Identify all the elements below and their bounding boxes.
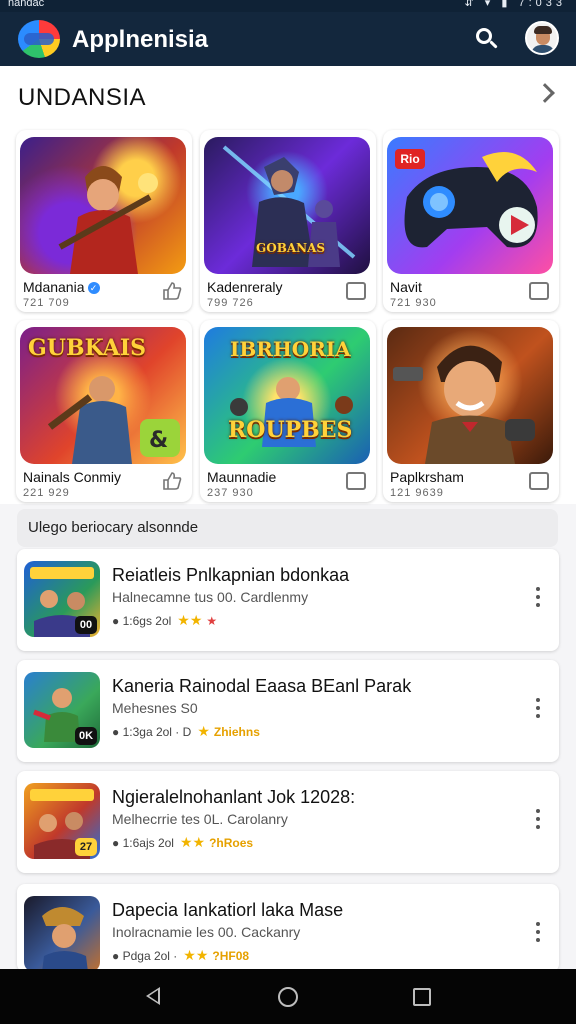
recents-icon[interactable] bbox=[413, 988, 431, 1006]
game-name: Maunnadie bbox=[207, 469, 277, 485]
thumbs-up-icon[interactable] bbox=[162, 472, 182, 490]
list-item-meta: ● 1:6gs 2ol ★★ ★ bbox=[112, 612, 218, 628]
game-downloads: 121 9639 bbox=[390, 487, 444, 499]
art-title: GOBANAS bbox=[256, 241, 326, 255]
art-title: IBRHORIA bbox=[230, 337, 351, 361]
game-artwork bbox=[20, 137, 186, 274]
game-card[interactable]: & GUBKAIS Nainals Conmiy 221 929 bbox=[16, 320, 192, 502]
download-icon: ● bbox=[112, 725, 120, 739]
home-icon[interactable] bbox=[278, 987, 298, 1007]
list-item-meta: ● Pdga 2ol · ★★ ?HF08 bbox=[112, 947, 250, 963]
game-artwork: GOBANAS bbox=[204, 137, 370, 274]
game-downloads: 721 930 bbox=[390, 297, 437, 309]
bookmark-icon[interactable] bbox=[346, 282, 366, 300]
list-item-developer: Melhecrrie tes 0L. Carolanry bbox=[112, 811, 288, 827]
download-icon: ● bbox=[112, 836, 120, 850]
bookmark-icon[interactable] bbox=[346, 472, 366, 490]
game-card[interactable]: Rio Navit 721 930 bbox=[383, 130, 559, 312]
game-card[interactable]: IBRHORIA ROUPBES Maunnadie 237 930 bbox=[200, 320, 376, 502]
system-nav-bar bbox=[0, 969, 576, 1024]
game-card[interactable]: GOBANAS Kadenreraly 799 726 bbox=[200, 130, 376, 312]
list-item[interactable]: 0K Kaneria Rainodal Eaasa BEanl Parak Me… bbox=[17, 660, 559, 762]
thumbnail-badge: 0K bbox=[75, 727, 97, 745]
search-icon[interactable] bbox=[474, 26, 500, 52]
download-icon: ● bbox=[112, 614, 120, 628]
thumbs-up-icon[interactable] bbox=[162, 282, 182, 300]
verified-icon: ✓ bbox=[87, 282, 100, 294]
list-item-developer: Inolracnamie les 00. Cackanry bbox=[112, 924, 301, 940]
list-item-meta: ● 1:6ajs 2ol ★★ ?hRoes bbox=[112, 834, 254, 850]
game-downloads: 221 929 bbox=[23, 487, 70, 499]
thumbnail-badge: 27 bbox=[75, 838, 97, 856]
avatar[interactable] bbox=[525, 21, 559, 55]
svg-text:&: & bbox=[149, 428, 168, 453]
more-options-icon[interactable] bbox=[535, 809, 541, 833]
rating-stars: ★★ bbox=[179, 834, 206, 850]
game-card[interactable]: Mdanania ✓ 721 709 bbox=[16, 130, 192, 312]
game-downloads: 799 726 bbox=[207, 297, 254, 309]
list-item-developer: Mehesnes S0 bbox=[112, 700, 198, 716]
game-name: Mdanania ✓ bbox=[23, 279, 100, 295]
game-name: Nainals Conmiy bbox=[23, 469, 122, 485]
art-title: Rio bbox=[395, 149, 425, 169]
list-item-title: Dapecia Iankatiorl laka Mase bbox=[112, 900, 344, 920]
list-item[interactable]: 27 Ngieralelnohanlant Jok 12028: Melhecr… bbox=[17, 771, 559, 873]
list-section-label-text: Ulego beriocary alsonnde bbox=[28, 519, 199, 536]
more-options-icon[interactable] bbox=[535, 922, 541, 946]
more-options-icon[interactable] bbox=[535, 587, 541, 611]
rating-stars: ★★ bbox=[177, 612, 203, 628]
game-card[interactable]: Paplkrsham 121 9639 bbox=[383, 320, 559, 502]
game-name: Navit bbox=[390, 279, 422, 295]
bookmark-icon[interactable] bbox=[529, 282, 549, 300]
download-icon: ● bbox=[112, 949, 120, 963]
game-artwork: Rio bbox=[387, 137, 553, 274]
game-thumbnail: 00 bbox=[24, 561, 100, 637]
app-bar: Applnenisia bbox=[0, 12, 576, 66]
game-name: Paplkrsham bbox=[390, 469, 464, 485]
app-title: Applnenisia bbox=[72, 26, 209, 53]
game-downloads: 237 930 bbox=[207, 487, 254, 499]
list-item[interactable]: 00 Reiatleis Pnlkapnian bdonkaa Halnecam… bbox=[17, 549, 559, 651]
back-icon[interactable] bbox=[146, 987, 160, 1005]
list-item-title: Ngieralelnohanlant Jok 12028: bbox=[112, 787, 356, 807]
art-subtitle: ROUPBES bbox=[228, 417, 353, 443]
status-bar: nandac ⇵ ▾ ▮ 7:033 bbox=[0, 0, 576, 12]
game-downloads: 721 709 bbox=[23, 297, 70, 309]
rating-stars: ★ bbox=[197, 723, 210, 739]
section-header: UNDANSIA bbox=[0, 66, 576, 128]
game-artwork: & GUBKAIS bbox=[20, 327, 186, 464]
status-carrier: nandac bbox=[8, 0, 45, 9]
list-item-meta: ● 1:3ga 2ol · D ★ Zhiehns bbox=[112, 723, 260, 739]
status-icons: ⇵ ▾ ▮ 7:033 bbox=[464, 0, 566, 9]
art-title: GUBKAIS bbox=[28, 335, 147, 361]
section-title: UNDANSIA bbox=[18, 84, 147, 111]
list-item-title: Kaneria Rainodal Eaasa BEanl Parak bbox=[112, 676, 412, 696]
game-thumbnail bbox=[24, 896, 100, 972]
list-section-label: Ulego beriocary alsonnde bbox=[17, 509, 558, 547]
list-item-developer: Halnecamne tus 00. Cardlenmy bbox=[112, 589, 309, 605]
game-artwork: IBRHORIA ROUPBES bbox=[204, 327, 370, 464]
game-thumbnail: 0K bbox=[24, 672, 100, 748]
list-item[interactable]: Dapecia Iankatiorl laka Mase Inolracnami… bbox=[17, 884, 559, 972]
rating-stars: ★★ bbox=[183, 947, 209, 963]
game-artwork bbox=[387, 327, 553, 464]
bookmark-icon[interactable] bbox=[529, 472, 549, 490]
more-options-icon[interactable] bbox=[535, 698, 541, 722]
list-item-title: Reiatleis Pnlkapnian bdonkaa bbox=[112, 565, 350, 585]
thumbnail-badge: 00 bbox=[75, 616, 97, 634]
game-thumbnail: 27 bbox=[24, 783, 100, 859]
game-name: Kadenreraly bbox=[207, 279, 283, 295]
app-logo-icon[interactable] bbox=[18, 20, 60, 58]
